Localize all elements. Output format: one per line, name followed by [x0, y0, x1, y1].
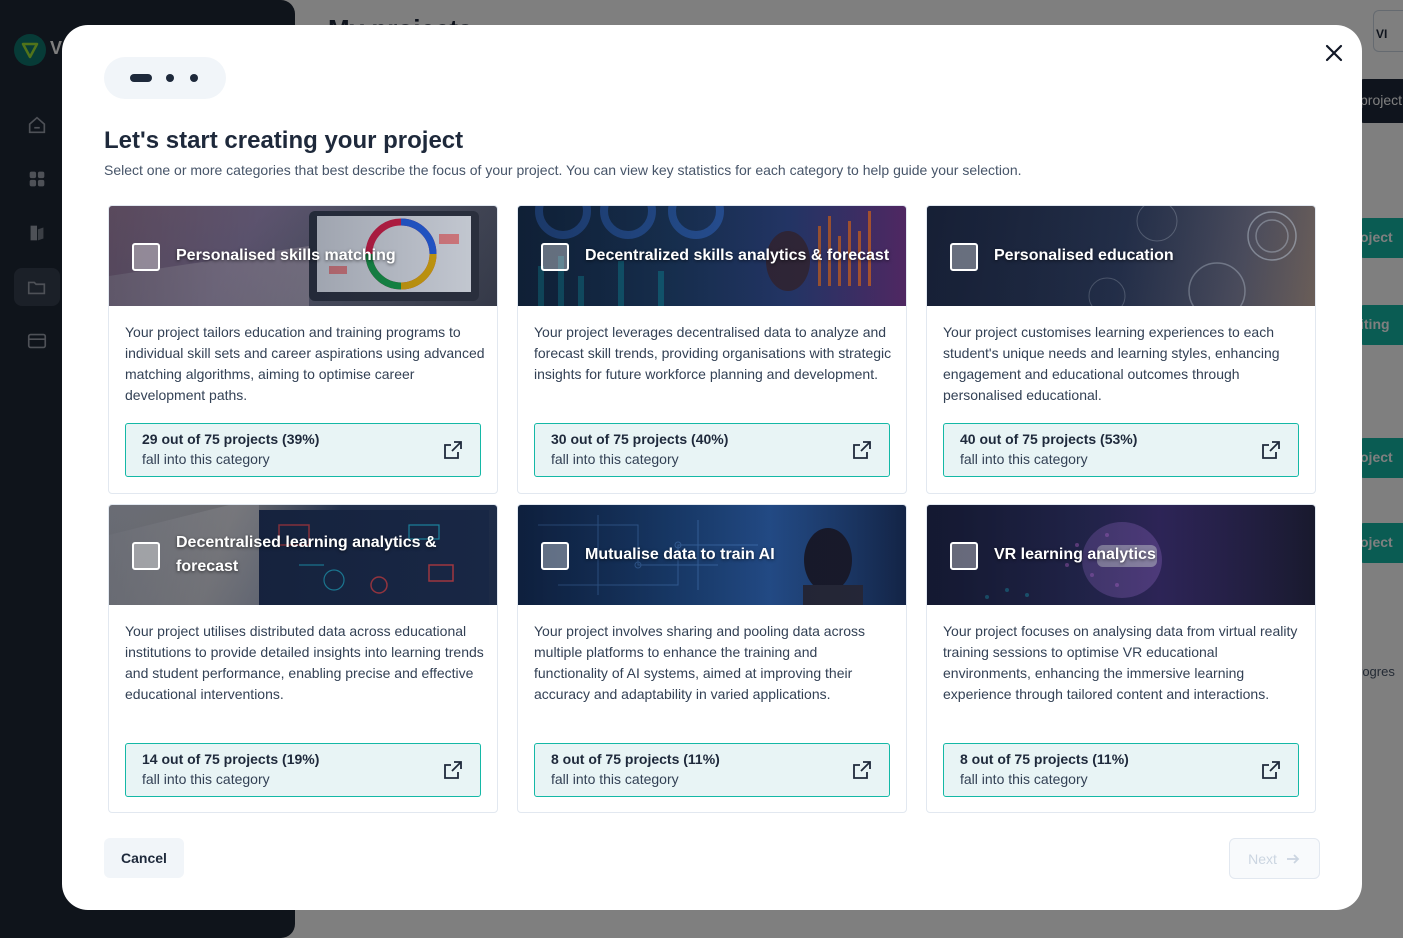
category-card[interactable]: Personalised education Your project cust… [926, 205, 1316, 494]
create-project-modal: Let's start creating your project Select… [62, 25, 1362, 910]
category-checkbox[interactable] [541, 243, 569, 271]
category-checkbox[interactable] [950, 243, 978, 271]
category-checkbox[interactable] [950, 542, 978, 570]
step-current [130, 74, 152, 82]
stat-caption: fall into this category [960, 451, 1088, 467]
stat-count: 8 out of 75 projects (11%) [551, 751, 720, 767]
stat-caption: fall into this category [142, 451, 270, 467]
stat-count: 8 out of 75 projects (11%) [960, 751, 1129, 767]
category-card[interactable]: Personalised skills matching Your projec… [108, 205, 498, 494]
modal-subtitle: Select one or more categories that best … [104, 162, 1022, 178]
category-stats-link[interactable]: 29 out of 75 projects (39%) fall into th… [125, 423, 481, 477]
category-checkbox[interactable] [541, 542, 569, 570]
stat-caption: fall into this category [960, 771, 1088, 787]
next-button[interactable]: Next [1229, 838, 1320, 879]
category-title: Decentralised learning analytics & forec… [176, 534, 437, 575]
stat-caption: fall into this category [551, 451, 679, 467]
category-description: Your project customises learning experie… [943, 324, 1280, 403]
category-title: Personalised education [994, 247, 1174, 264]
step-dot [190, 74, 198, 82]
category-description: Your project utilises distributed data a… [125, 623, 484, 702]
stat-count: 30 out of 75 projects (40%) [551, 431, 729, 447]
category-description: Your project focuses on analysing data f… [943, 623, 1298, 702]
category-stats-link[interactable]: 30 out of 75 projects (40%) fall into th… [534, 423, 890, 477]
category-description: Your project tailors education and train… [125, 324, 485, 403]
category-card[interactable]: VR learning analytics Your project focus… [926, 504, 1316, 813]
category-title: Decentralized skills analytics & forecas… [585, 247, 890, 264]
category-checkbox[interactable] [132, 243, 160, 271]
step-indicator [104, 57, 226, 99]
category-description: Your project leverages decentralised dat… [534, 324, 892, 382]
external-link-icon [1262, 761, 1280, 779]
category-card[interactable]: Decentralized skills analytics & forecas… [517, 205, 907, 494]
next-label: Next [1248, 850, 1277, 867]
stat-caption: fall into this category [551, 771, 679, 787]
external-link-icon [853, 761, 871, 779]
arrow-right-icon [1286, 853, 1300, 864]
category-title: VR learning analytics [994, 546, 1156, 563]
category-stats-link[interactable]: 40 out of 75 projects (53%) fall into th… [943, 423, 1299, 477]
category-title: Mutualise data to train AI [585, 546, 775, 563]
stat-count: 40 out of 75 projects (53%) [960, 431, 1138, 447]
category-stats-link[interactable]: 14 out of 75 projects (19%) fall into th… [125, 743, 481, 797]
external-link-icon [1262, 441, 1280, 459]
category-checkbox[interactable] [132, 542, 160, 570]
modal-title: Let's start creating your project [104, 127, 464, 154]
stat-count: 14 out of 75 projects (19%) [142, 751, 320, 767]
category-description: Your project involves sharing and poolin… [534, 623, 866, 702]
external-link-icon [444, 761, 462, 779]
stat-caption: fall into this category [142, 771, 270, 787]
external-link-icon [853, 441, 871, 459]
stat-count: 29 out of 75 projects (39%) [142, 431, 320, 447]
category-stats-link[interactable]: 8 out of 75 projects (11%) fall into thi… [943, 743, 1299, 797]
cancel-button[interactable]: Cancel [104, 838, 184, 878]
step-dot [166, 74, 174, 82]
category-card[interactable]: Mutualise data to train AI Your project … [517, 504, 907, 813]
close-icon [1325, 44, 1343, 62]
close-button[interactable] [1322, 41, 1346, 65]
category-title: Personalised skills matching [176, 247, 396, 264]
external-link-icon [444, 441, 462, 459]
category-stats-link[interactable]: 8 out of 75 projects (11%) fall into thi… [534, 743, 890, 797]
category-card[interactable]: Decentralised learning analytics & forec… [108, 504, 498, 813]
